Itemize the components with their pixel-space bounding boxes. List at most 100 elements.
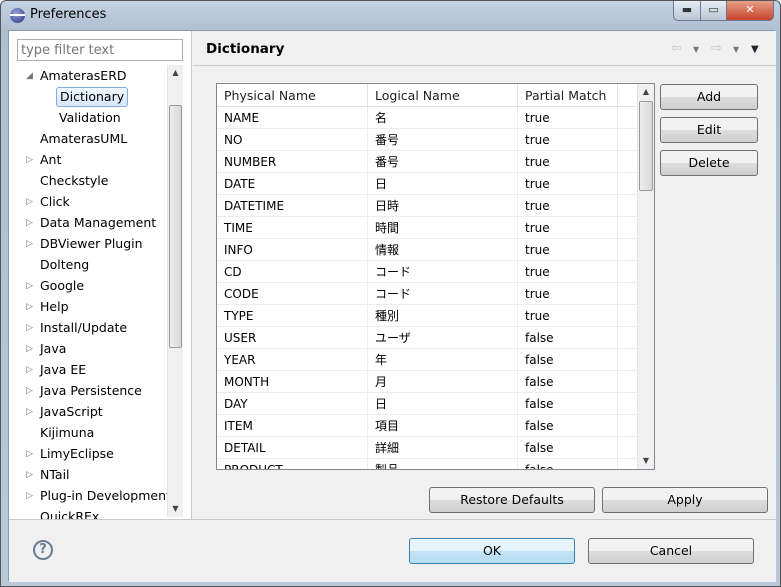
table-row[interactable]: PRODUCT 製品 false xyxy=(217,459,637,469)
preference-page: Dictionary ⇦ ▼ ⇨ ▼ ▼ Physical Name Logic… xyxy=(193,31,776,519)
help-icon[interactable]: ? xyxy=(33,540,53,560)
tree-item[interactable]: Java xyxy=(40,339,66,359)
table-row[interactable]: NAME 名 true xyxy=(217,107,637,129)
scroll-up-icon[interactable]: ▲ xyxy=(168,65,183,81)
tree-item[interactable]: AmaterasERD xyxy=(40,66,127,86)
table-cell: 日 xyxy=(368,173,518,195)
expand-icon[interactable]: ▷ xyxy=(26,444,34,464)
collapse-icon[interactable]: ◢ xyxy=(26,66,34,86)
tree-item[interactable]: Ant xyxy=(40,150,61,170)
tree-item[interactable]: Dictionary xyxy=(56,87,129,107)
table-row[interactable]: ITEM 項目 false xyxy=(217,415,637,437)
table-cell: true xyxy=(518,129,618,151)
expand-icon[interactable]: ▷ xyxy=(26,381,34,401)
tree-item[interactable]: Validation xyxy=(59,108,121,128)
tree-item[interactable]: Help xyxy=(40,297,69,317)
table-row[interactable]: NUMBER 番号 true xyxy=(217,151,637,173)
tree-item[interactable]: AmaterasUML xyxy=(40,129,127,149)
maximize-button[interactable]: ▭ xyxy=(700,1,727,21)
tree-item[interactable]: Data Management xyxy=(40,213,156,233)
scrollbar-thumb[interactable] xyxy=(639,101,653,191)
filter-input[interactable] xyxy=(17,39,183,61)
tree-item[interactable]: Click xyxy=(40,192,70,212)
table-cell: 製品 xyxy=(368,459,518,469)
table-cell: true xyxy=(518,151,618,173)
table-cell: NUMBER xyxy=(217,151,368,173)
table-cell: true xyxy=(518,283,618,305)
edit-button[interactable]: Edit xyxy=(660,117,758,143)
table-scrollbar[interactable]: ▲ ▼ xyxy=(637,84,654,469)
tree-item[interactable]: Java Persistence xyxy=(40,381,142,401)
tree-item[interactable]: Install/Update xyxy=(40,318,127,338)
table-row[interactable]: MONTH 月 false xyxy=(217,371,637,393)
tree-item[interactable]: DBViewer Plugin xyxy=(40,234,143,254)
table-cell: false xyxy=(518,393,618,415)
tree-item[interactable]: Plug-in Development xyxy=(40,486,167,506)
table-row[interactable]: CODE コード true xyxy=(217,283,637,305)
table-row[interactable]: DATETIME 日時 true xyxy=(217,195,637,217)
table-row[interactable]: DETAIL 詳細 false xyxy=(217,437,637,459)
tree-item[interactable]: NTail xyxy=(40,465,70,485)
ok-button[interactable]: OK xyxy=(409,538,575,564)
expand-icon[interactable]: ▷ xyxy=(26,360,34,380)
table-cell: DATETIME xyxy=(217,195,368,217)
expand-icon[interactable]: ▷ xyxy=(26,402,34,422)
tree-item[interactable]: Kijimuna xyxy=(40,423,94,443)
table-row[interactable]: INFO 情報 true xyxy=(217,239,637,261)
tree-item[interactable]: LimyEclipse xyxy=(40,444,114,464)
table-cell: 詳細 xyxy=(368,437,518,459)
minimize-button[interactable]: ▬ xyxy=(673,1,701,21)
tree-item[interactable]: JavaScript xyxy=(40,402,103,422)
table-row[interactable]: TIME 時間 true xyxy=(217,217,637,239)
apply-button[interactable]: Apply xyxy=(602,487,768,513)
table-cell: true xyxy=(518,239,618,261)
expand-icon[interactable]: ▷ xyxy=(26,339,34,359)
close-button[interactable]: ✕ xyxy=(726,1,774,21)
tree-scrollbar[interactable]: ▲ ▼ xyxy=(167,65,183,517)
tree-item[interactable]: Dolteng xyxy=(40,255,89,275)
back-arrow-icon[interactable]: ⇦ xyxy=(671,41,682,56)
table-cell: false xyxy=(518,327,618,349)
back-menu-icon[interactable]: ▼ xyxy=(693,45,699,54)
expand-icon[interactable]: ▷ xyxy=(26,150,34,170)
scrollbar-thumb[interactable] xyxy=(169,105,182,348)
scroll-up-icon[interactable]: ▲ xyxy=(638,84,654,100)
expand-icon[interactable]: ▷ xyxy=(26,486,34,506)
expand-icon[interactable]: ▷ xyxy=(26,297,34,317)
delete-button[interactable]: Delete xyxy=(660,150,758,176)
table-row[interactable]: CD コード true xyxy=(217,261,637,283)
column-partial-match[interactable]: Partial Match xyxy=(518,84,618,107)
column-logical-name[interactable]: Logical Name xyxy=(368,84,518,107)
expand-icon[interactable]: ▷ xyxy=(26,276,34,296)
table-cell: 日時 xyxy=(368,195,518,217)
scroll-down-icon[interactable]: ▼ xyxy=(168,501,183,517)
tree-item[interactable]: QuickREx xyxy=(40,507,99,519)
restore-defaults-button[interactable]: Restore Defaults xyxy=(429,487,595,513)
table-cell: false xyxy=(518,349,618,371)
expand-icon[interactable]: ▷ xyxy=(26,192,34,212)
expand-icon[interactable]: ▷ xyxy=(26,213,34,233)
table-row[interactable]: TYPE 種別 true xyxy=(217,305,637,327)
table-row[interactable]: DAY 日 false xyxy=(217,393,637,415)
dialog-footer: ? OK Cancel xyxy=(9,519,776,582)
column-physical-name[interactable]: Physical Name xyxy=(217,84,368,107)
expand-icon[interactable]: ▷ xyxy=(26,465,34,485)
expand-icon[interactable]: ▷ xyxy=(26,234,34,254)
add-button[interactable]: Add xyxy=(660,84,758,110)
expand-icon[interactable]: ▷ xyxy=(26,318,34,338)
table-row[interactable]: NO 番号 true xyxy=(217,129,637,151)
tree-item[interactable]: Google xyxy=(40,276,84,296)
table-row[interactable]: DATE 日 true xyxy=(217,173,637,195)
table-row[interactable]: USER ユーザ false xyxy=(217,327,637,349)
table-cell: true xyxy=(518,195,618,217)
window-title: Preferences xyxy=(30,7,107,22)
tree-item[interactable]: Java EE xyxy=(40,360,86,380)
table-row[interactable]: YEAR 年 false xyxy=(217,349,637,371)
forward-menu-icon[interactable]: ▼ xyxy=(733,45,739,54)
cancel-button[interactable]: Cancel xyxy=(588,538,754,564)
tree-item[interactable]: Checkstyle xyxy=(40,171,108,191)
table-cell: 年 xyxy=(368,349,518,371)
view-menu-icon[interactable]: ▼ xyxy=(751,44,759,55)
scroll-down-icon[interactable]: ▼ xyxy=(638,453,654,469)
forward-arrow-icon[interactable]: ⇨ xyxy=(711,41,722,56)
